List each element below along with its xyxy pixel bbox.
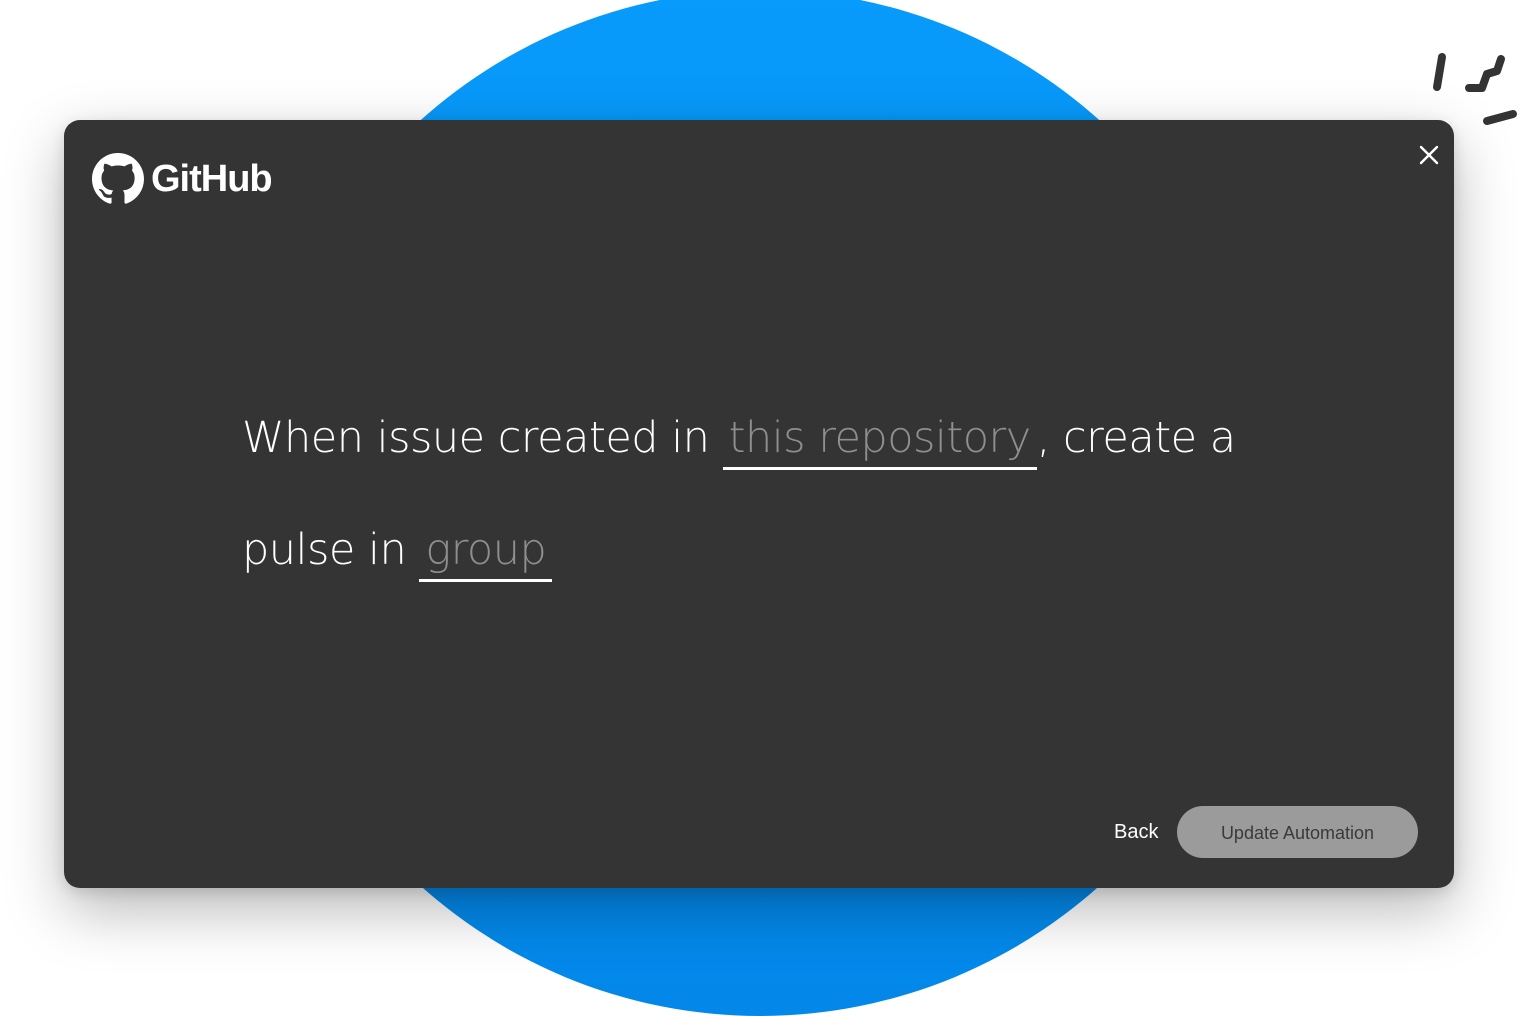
github-logo: GitHub — [92, 152, 273, 206]
sentence-text: When issue created in — [242, 413, 723, 463]
sentence-text: pulse in — [242, 525, 420, 575]
page-background: GitHub When issue created in this reposi… — [0, 0, 1520, 1016]
close-icon[interactable] — [1416, 142, 1442, 168]
automation-sentence: When issue created in this repository, c… — [242, 382, 1262, 606]
brand-name: GitHub — [151, 157, 273, 200]
update-automation-button[interactable]: Update Automation — [1177, 806, 1418, 858]
back-button[interactable]: Back — [1104, 812, 1168, 852]
sentence-text: , create a — [1036, 413, 1236, 463]
sentence-line-1: When issue created in this repository, c… — [242, 382, 1262, 494]
sentence-line-2: pulse in group — [242, 494, 1262, 606]
github-octocat-icon — [92, 153, 144, 204]
repository-selector[interactable]: this repository — [722, 409, 1037, 470]
automation-modal: GitHub When issue created in this reposi… — [64, 120, 1454, 888]
group-selector[interactable]: group — [419, 521, 553, 582]
